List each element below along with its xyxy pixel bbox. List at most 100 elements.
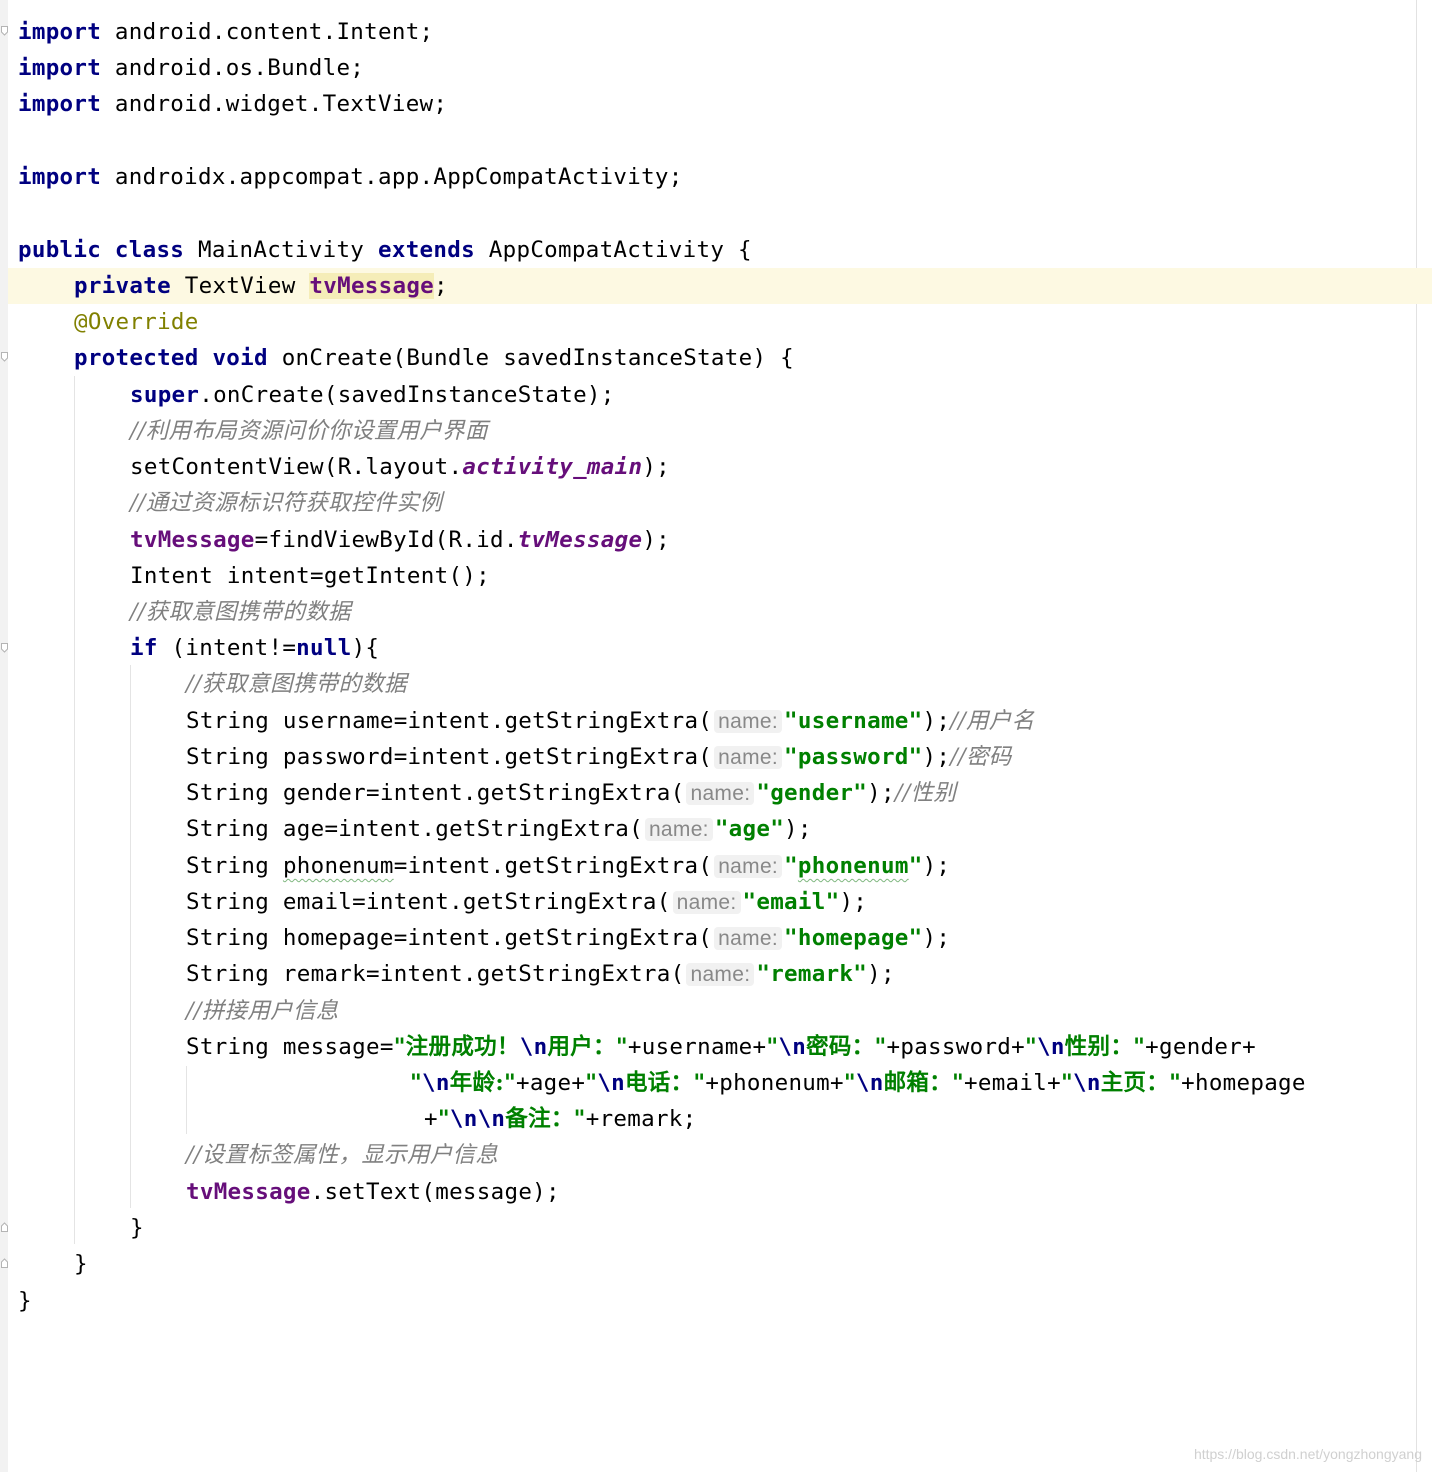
code-line[interactable]: String username=intent.getStringExtra(na… bbox=[186, 703, 1034, 739]
code-token: ); bbox=[922, 925, 951, 951]
indent-guide bbox=[74, 376, 75, 1244]
fold-marker-icon[interactable] bbox=[1, 1222, 8, 1232]
code-line[interactable]: String message="注册成功！\n用户："+username+"\n… bbox=[186, 1029, 1256, 1065]
code-token: import bbox=[18, 19, 102, 45]
string-literal: "gender" bbox=[756, 780, 868, 806]
code-line[interactable]: import android.content.Intent; bbox=[18, 14, 433, 50]
code-token: ); bbox=[867, 780, 895, 806]
code-token: ); bbox=[839, 889, 868, 915]
parameter-hint: name: bbox=[714, 746, 783, 769]
fold-marker-icon[interactable] bbox=[1, 643, 8, 653]
code-line[interactable]: //通过资源标识符获取控件实例 bbox=[130, 485, 442, 521]
code-line[interactable]: "\n年龄:"+age+"\n电话："+phonenum+"\n邮箱："+ema… bbox=[410, 1065, 1306, 1101]
string-literal: "password" bbox=[784, 744, 923, 770]
code-token: ); bbox=[922, 853, 951, 879]
code-comment: //性别 bbox=[894, 780, 957, 806]
code-token: .onCreate(savedInstanceState); bbox=[199, 382, 615, 408]
code-comment: //通过资源标识符获取控件实例 bbox=[130, 490, 443, 516]
code-line[interactable]: Intent intent=getIntent(); bbox=[130, 558, 490, 594]
code-comment: //拼接用户信息 bbox=[186, 998, 339, 1024]
code-line[interactable]: String gender=intent.getStringExtra(name… bbox=[186, 775, 956, 811]
string-literal: "注册成功！ bbox=[393, 1034, 520, 1060]
parameter-hint: name: bbox=[672, 891, 741, 914]
string-literal: "remark" bbox=[756, 961, 868, 987]
code-token: ); bbox=[867, 961, 895, 987]
code-token: ); bbox=[642, 527, 671, 553]
code-line[interactable]: super.onCreate(savedInstanceState); bbox=[130, 377, 615, 413]
code-token: import bbox=[18, 164, 102, 190]
code-line[interactable]: import android.widget.TextView; bbox=[18, 86, 447, 122]
code-token: public class bbox=[18, 237, 185, 263]
code-line[interactable]: //拼接用户信息 bbox=[186, 993, 339, 1029]
fold-marker-icon[interactable] bbox=[1, 1258, 8, 1268]
code-token: \n bbox=[855, 1070, 884, 1096]
code-editor[interactable]: import android.content.Intent; import an… bbox=[0, 0, 1432, 1472]
code-line[interactable]: if (intent!=null){ bbox=[130, 630, 379, 666]
code-token: \n bbox=[778, 1034, 807, 1060]
code-line[interactable]: tvMessage.setText(message); bbox=[186, 1174, 560, 1210]
code-token: if bbox=[130, 635, 158, 661]
code-line[interactable]: } bbox=[18, 1283, 32, 1319]
code-token: tvMessage bbox=[517, 527, 643, 553]
string-literal: " bbox=[1024, 1034, 1038, 1060]
string-literal: phonenum bbox=[797, 853, 909, 879]
code-token: setContentView(R.layout. bbox=[130, 454, 463, 480]
fold-marker-icon[interactable] bbox=[1, 352, 8, 362]
parameter-hint: name: bbox=[714, 927, 783, 950]
code-token: tvMessage bbox=[309, 273, 435, 299]
right-margin-guide bbox=[1416, 0, 1417, 1472]
code-line[interactable]: import android.os.Bundle; bbox=[18, 50, 364, 86]
code-line[interactable]: //获取意图携带的数据 bbox=[186, 666, 407, 702]
code-token: ); bbox=[922, 744, 951, 770]
code-token: =intent.getStringExtra( bbox=[393, 853, 713, 879]
code-line[interactable]: private TextView tvMessage; bbox=[74, 268, 448, 304]
code-token: String message= bbox=[186, 1034, 394, 1060]
code-token: android.content.Intent; bbox=[101, 19, 434, 45]
code-line[interactable]: String password=intent.getStringExtra(na… bbox=[186, 739, 1012, 775]
code-token: +email+ bbox=[964, 1070, 1061, 1096]
code-line[interactable]: String phonenum=intent.getStringExtra(na… bbox=[186, 848, 950, 884]
code-line[interactable]: String age=intent.getStringExtra(name: "a… bbox=[186, 811, 812, 847]
code-token: String homepage=intent.getStringExtra( bbox=[186, 925, 713, 951]
code-token: protected void bbox=[74, 345, 268, 371]
code-line[interactable]: //设置标签属性，显示用户信息 bbox=[186, 1137, 498, 1173]
string-literal: " bbox=[410, 1070, 423, 1096]
string-literal: 年龄:" bbox=[449, 1070, 516, 1096]
string-literal: 用户：" bbox=[547, 1034, 628, 1060]
code-line[interactable]: //获取意图携带的数据 bbox=[130, 594, 351, 630]
code-line[interactable]: +"\n\n备注："+remark; bbox=[424, 1101, 697, 1137]
code-line[interactable]: String email=intent.getStringExtra(name:… bbox=[186, 884, 867, 920]
code-token: \n bbox=[519, 1034, 548, 1060]
parameter-hint: name: bbox=[714, 855, 783, 878]
code-line[interactable]: //利用布局资源问价你设置用户界面 bbox=[130, 413, 488, 449]
code-comment: //获取意图携带的数据 bbox=[186, 671, 407, 697]
code-token: + bbox=[424, 1106, 438, 1132]
code-line[interactable]: import androidx.appcompat.app.AppCompatA… bbox=[18, 159, 683, 195]
string-literal: "homepage" bbox=[784, 925, 923, 951]
code-line[interactable]: public class MainActivity extends AppCom… bbox=[18, 232, 752, 268]
code-line[interactable]: setContentView(R.layout.activity_main); bbox=[130, 449, 670, 485]
string-literal: 邮箱：" bbox=[883, 1070, 965, 1096]
code-token: \n bbox=[1037, 1034, 1065, 1060]
code-token: activity_main bbox=[462, 454, 643, 480]
code-token: TextView bbox=[170, 273, 310, 299]
code-line[interactable]: protected void onCreate(Bundle savedInst… bbox=[74, 340, 794, 376]
code-token: \n bbox=[597, 1070, 625, 1096]
code-line[interactable]: tvMessage=findViewById(R.id.tvMessage); bbox=[130, 522, 670, 558]
code-token: private bbox=[74, 273, 171, 299]
code-line[interactable]: @Override bbox=[74, 304, 199, 340]
code-line[interactable]: } bbox=[130, 1210, 144, 1246]
code-token: =findViewById(R.id. bbox=[254, 527, 518, 553]
code-token: +username+ bbox=[627, 1034, 767, 1060]
code-line[interactable]: } bbox=[74, 1246, 88, 1282]
code-line[interactable]: String homepage=intent.getStringExtra(na… bbox=[186, 920, 950, 956]
string-literal: " bbox=[784, 853, 798, 879]
code-token: +phonenum+ bbox=[705, 1070, 844, 1096]
code-token: String username=intent.getStringExtra( bbox=[186, 708, 713, 734]
code-token: } bbox=[18, 1288, 32, 1314]
string-literal: 电话：" bbox=[624, 1070, 706, 1096]
fold-marker-icon[interactable] bbox=[1, 26, 8, 36]
code-line[interactable]: String remark=intent.getStringExtra(name… bbox=[186, 956, 895, 992]
editor-gutter[interactable] bbox=[0, 0, 8, 1472]
code-token: \n\n bbox=[449, 1106, 506, 1132]
